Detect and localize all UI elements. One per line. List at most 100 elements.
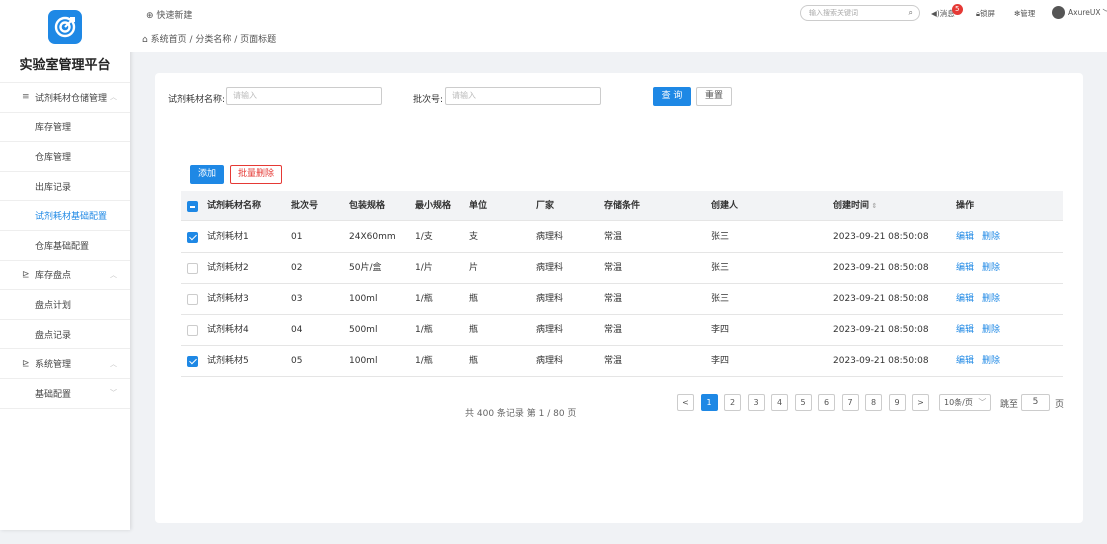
select-all-checkbox[interactable]	[187, 201, 198, 212]
batch-delete-button[interactable]: 批量删除	[230, 165, 282, 184]
table-cell: 05	[291, 356, 303, 366]
column-header: 包装规格	[349, 191, 385, 221]
sidebar-item[interactable]: 库存管理	[0, 113, 130, 143]
edit-link[interactable]: 编辑	[956, 325, 974, 335]
column-header-label: 试剂耗材名称	[207, 201, 262, 211]
column-header[interactable]: 创建时间 ⇕	[833, 191, 877, 221]
delete-link[interactable]: 删除	[982, 356, 1000, 366]
sidebar-item-label: 系统管理	[35, 360, 72, 371]
reset-button[interactable]: 重置	[696, 87, 732, 106]
batch-filter-label: 批次号:	[413, 95, 444, 105]
table-cell: 张三	[711, 263, 730, 273]
page-unit-label: 页	[1055, 400, 1065, 410]
search-icon[interactable]: ⌕	[909, 6, 913, 20]
sidebar-item[interactable]: 盘点计划	[0, 290, 130, 320]
messages-button[interactable]: ◀) 消息 5	[931, 4, 963, 19]
add-button[interactable]: 添加	[190, 165, 224, 184]
sidebar-item-label: 基础配置	[35, 389, 72, 400]
row-actions: 编辑 删除	[956, 346, 1008, 376]
row-checkbox[interactable]	[187, 294, 198, 305]
sidebar-item[interactable]: 基础配置 ﹀	[0, 379, 130, 409]
table-header: 试剂耗材名称 批次号 包装规格 最小规格 单位 厂家 存储条件 创建人 创建时间 ⇕ 操作	[181, 191, 1063, 221]
page-button[interactable]: 8	[865, 394, 882, 411]
page-size-select[interactable]: 10条/页 ﹀	[939, 394, 991, 411]
row-checkbox[interactable]	[187, 232, 198, 243]
search-input[interactable]: 输入搜索关键词 ⌕	[800, 5, 920, 21]
next-page-button[interactable]: >	[912, 394, 929, 411]
sidebar-item-label: 盘点记录	[35, 330, 72, 341]
page-button[interactable]: 4	[771, 394, 788, 411]
edit-link[interactable]: 编辑	[956, 294, 974, 304]
page-button[interactable]: 1	[700, 394, 718, 411]
jump-page-input[interactable]: 5	[1021, 394, 1050, 411]
page-button[interactable]: 2	[724, 394, 741, 411]
menu-icon: ≡	[22, 92, 30, 103]
sidebar-group[interactable]: ⊵ 系统管理 ︿	[0, 349, 130, 379]
table-cell: 常温	[604, 232, 623, 242]
sidebar-group[interactable]: ⊵ 库存盘点 ︿	[0, 261, 130, 291]
table-cell: 张三	[711, 232, 730, 242]
table-cell: 500ml	[349, 325, 378, 335]
name-filter-label: 试剂耗材名称:	[168, 95, 226, 105]
query-button[interactable]: 查 询	[653, 87, 691, 106]
prev-page-button[interactable]: <	[677, 394, 694, 411]
app-logo	[48, 10, 82, 44]
column-header: 试剂耗材名称	[207, 191, 261, 221]
sort-icon[interactable]: ⇕	[869, 202, 877, 210]
name-filter-input[interactable]: 请输入	[226, 87, 382, 105]
table-cell: 李四	[711, 325, 730, 335]
page-button[interactable]: 6	[818, 394, 835, 411]
chevron-down-icon: ﹀	[1102, 7, 1107, 18]
table-cell: 支	[469, 232, 479, 242]
chevron-up-icon: ︿	[110, 359, 117, 368]
table-cell: 02	[291, 263, 303, 273]
edit-link[interactable]: 编辑	[956, 263, 974, 273]
sidebar-item[interactable]: 盘点记录	[0, 320, 130, 350]
table-cell: 2023-09-21 08:50:08	[833, 263, 929, 273]
delete-link[interactable]: 删除	[982, 232, 1000, 242]
delete-link[interactable]: 删除	[982, 325, 1000, 335]
table-cell: 1/支	[415, 232, 433, 242]
table-cell: 试剂耗材5	[207, 356, 249, 366]
chevron-down-icon: ﹀	[978, 398, 987, 407]
chevron-down-icon: ﹀	[110, 389, 117, 398]
page-button[interactable]: 5	[794, 394, 812, 411]
table-cell: 50片/盒	[349, 263, 382, 273]
row-checkbox[interactable]	[187, 356, 198, 367]
page-button[interactable]: 9	[888, 394, 906, 411]
sidebar-item[interactable]: 出库记录	[0, 172, 130, 202]
chevron-up-icon: ︿	[110, 93, 117, 102]
sidebar-group[interactable]: ≡ 试剂耗材仓储管理 ︿	[0, 83, 130, 113]
table-cell: 常温	[604, 356, 623, 366]
edit-link[interactable]: 编辑	[956, 232, 974, 242]
sidebar-item[interactable]: 仓库管理	[0, 142, 130, 172]
table-cell: 瓶	[469, 325, 479, 335]
batch-filter-input[interactable]: 请输入	[445, 87, 601, 105]
manage-button[interactable]: ✻ 管理	[1014, 8, 1035, 19]
delete-link[interactable]: 删除	[982, 263, 1000, 273]
sidebar-item[interactable]: 试剂耗材基础配置	[0, 201, 130, 231]
delete-link[interactable]: 删除	[982, 294, 1000, 304]
table-cell: 李四	[711, 356, 730, 366]
plus-circle-icon: ⊕	[146, 11, 154, 21]
sidebar-item-label: 出库记录	[35, 182, 72, 193]
user-menu[interactable]: AxureUX ﹀	[1052, 6, 1107, 19]
column-header-label: 存储条件	[604, 201, 641, 211]
table-cell: 03	[291, 294, 303, 304]
column-header-label: 创建人	[711, 201, 739, 211]
sidebar-item[interactable]: 仓库基础配置	[0, 231, 130, 261]
page-button[interactable]: 3	[747, 394, 765, 411]
page-button[interactable]: 7	[841, 394, 859, 411]
sidebar-item-label: 试剂耗材基础配置	[35, 212, 108, 223]
table-cell: 2023-09-21 08:50:08	[833, 294, 929, 304]
row-checkbox[interactable]	[187, 325, 198, 336]
table-row: 试剂耗材4 04 500ml 1/瓶 瓶 病理科 常温 李四 2023-09-21 08:50:…	[181, 315, 1063, 346]
column-header-label: 包装规格	[349, 201, 386, 211]
total-records: 共 400 条记录 第 1 / 80 页	[465, 409, 577, 419]
quick-new-button[interactable]: ⊕ 快速新建	[146, 8, 192, 21]
row-checkbox[interactable]	[187, 263, 198, 274]
column-header-label: 厂家	[536, 201, 555, 211]
edit-link[interactable]: 编辑	[956, 356, 974, 366]
column-header: 操作	[956, 191, 974, 221]
lock-screen-button[interactable]: 🔒︎ 锁屏	[976, 8, 995, 19]
